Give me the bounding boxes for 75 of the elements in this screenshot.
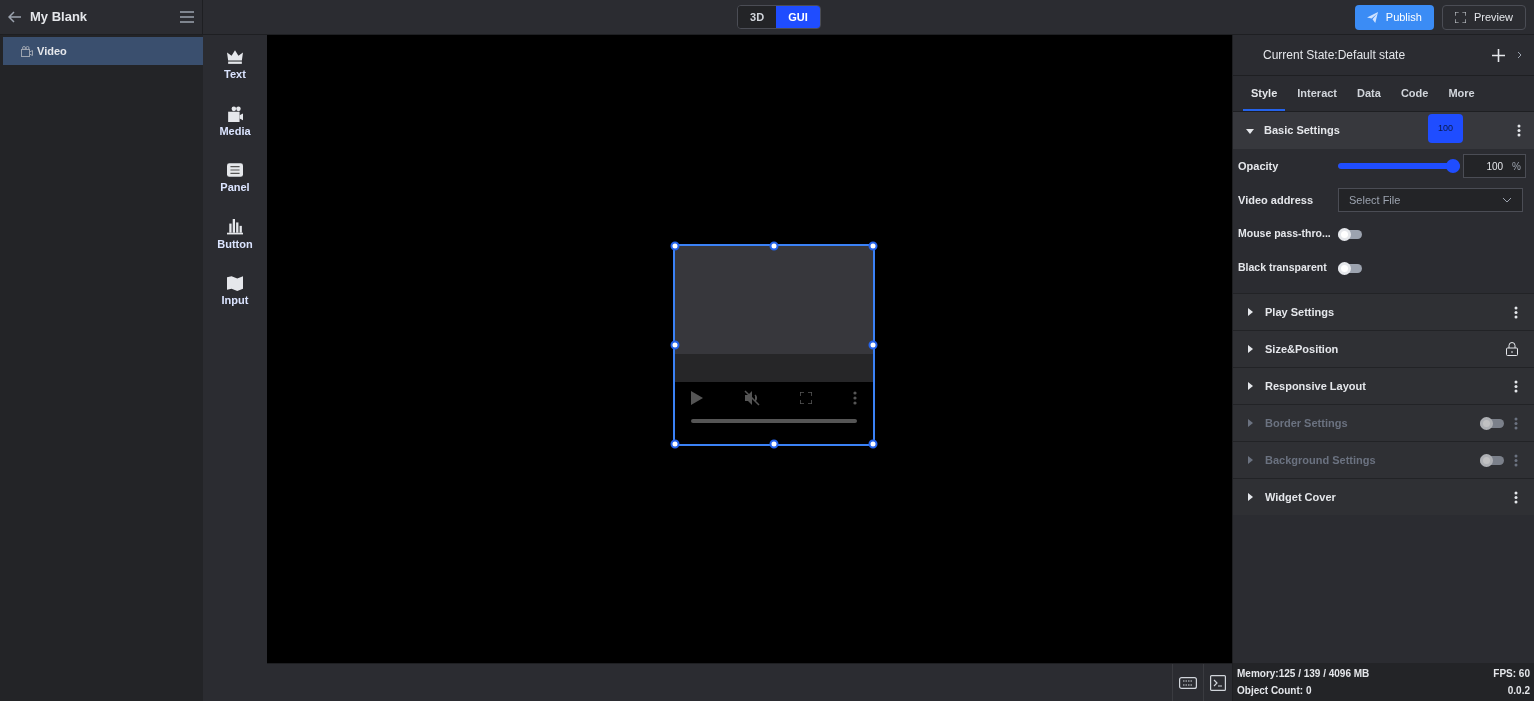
more-icon: [852, 391, 857, 405]
layer-item[interactable]: Video: [3, 37, 203, 65]
widget-tool[interactable]: Input: [221, 275, 249, 309]
mode-tab[interactable]: 3D: [738, 6, 777, 28]
resize-handle[interactable]: [670, 241, 680, 251]
paper-plane-icon: [1366, 11, 1378, 23]
camera-icon: [226, 105, 244, 122]
map-icon: [226, 275, 244, 291]
field-label: Black transparent: [1238, 260, 1328, 276]
property-tab[interactable]: Code: [1392, 77, 1437, 111]
mode-tab[interactable]: GUI: [776, 6, 820, 28]
section-title: Play Settings: [1265, 304, 1336, 320]
video-widget[interactable]: [673, 244, 875, 446]
field-label: Mouse pass-thro...: [1238, 226, 1332, 242]
caret-down-icon[interactable]: [1246, 126, 1254, 135]
more-icon[interactable]: [1514, 305, 1518, 319]
play-icon: [691, 391, 703, 405]
memory-readout: Memory:125 / 139 / 4096 MB: [1237, 667, 1370, 681]
fullscreen-icon: [800, 392, 813, 404]
version-label: 0.0.2: [1507, 684, 1530, 698]
property-tab[interactable]: More: [1440, 77, 1483, 111]
resize-handle[interactable]: [670, 439, 680, 449]
back-icon[interactable]: [8, 10, 22, 24]
chevron-down-icon: [1502, 197, 1512, 203]
list-panel-icon: [226, 162, 244, 178]
preview-button[interactable]: Preview: [1441, 4, 1526, 30]
caret-right-icon[interactable]: [1247, 382, 1255, 390]
section-title: Basic Settings: [1264, 123, 1340, 139]
object-count: Object Count: 0: [1237, 684, 1312, 698]
fps-readout: FPS: 60: [1493, 667, 1530, 681]
section-title: Widget Cover: [1265, 489, 1337, 505]
resize-handle[interactable]: [769, 439, 779, 449]
widget-tool[interactable]: Button: [217, 218, 253, 252]
plus-icon[interactable]: [1492, 48, 1505, 62]
more-icon[interactable]: [1517, 124, 1521, 137]
terminal-icon[interactable]: [1210, 674, 1226, 691]
field-label: Video address: [1238, 192, 1314, 208]
muted-speaker-icon: [743, 390, 760, 406]
section-title: Responsive Layout: [1265, 378, 1367, 394]
current-state-label: Current State:Default state: [1263, 47, 1407, 64]
toggle-switch[interactable]: [1338, 229, 1362, 239]
menu-icon[interactable]: [180, 11, 194, 23]
resize-handle[interactable]: [769, 241, 779, 251]
chevron-right-icon[interactable]: [1517, 51, 1522, 59]
caret-right-icon[interactable]: [1247, 345, 1255, 353]
property-tab[interactable]: Interact: [1289, 77, 1346, 111]
file-dropdown[interactable]: Select File: [1338, 188, 1523, 212]
resize-handle[interactable]: [868, 439, 878, 449]
bar-chart-icon: [226, 218, 244, 235]
section-title: Border Settings: [1265, 415, 1349, 431]
opacity-slider[interactable]: [1338, 159, 1460, 173]
crown-icon: [226, 49, 244, 65]
section-title: Size&Position: [1265, 341, 1340, 357]
value-tooltip: 100: [1428, 114, 1463, 143]
section-title: Background Settings: [1265, 452, 1377, 468]
lock-icon[interactable]: [1506, 342, 1518, 356]
video-camera-icon: [21, 45, 33, 57]
caret-right-icon[interactable]: [1247, 493, 1255, 501]
toggle-switch[interactable]: [1338, 263, 1362, 273]
opacity-input[interactable]: 100 %: [1463, 154, 1526, 178]
resize-handle[interactable]: [670, 340, 680, 350]
property-tab[interactable]: Data: [1349, 77, 1389, 111]
project-title: My Blank: [30, 8, 89, 27]
fullscreen-icon: [1454, 11, 1466, 23]
caret-right-icon[interactable]: [1247, 308, 1255, 316]
widget-tool[interactable]: Media: [219, 105, 251, 139]
resize-handle[interactable]: [868, 241, 878, 251]
keyboard-icon[interactable]: [1179, 676, 1197, 689]
field-label: Opacity: [1238, 158, 1280, 174]
more-icon[interactable]: [1514, 490, 1518, 504]
resize-handle[interactable]: [868, 340, 878, 350]
widget-tool[interactable]: Text: [224, 49, 246, 83]
more-icon[interactable]: [1514, 379, 1518, 393]
layer-label: Video: [37, 43, 67, 59]
widget-tool[interactable]: Panel: [220, 162, 250, 196]
